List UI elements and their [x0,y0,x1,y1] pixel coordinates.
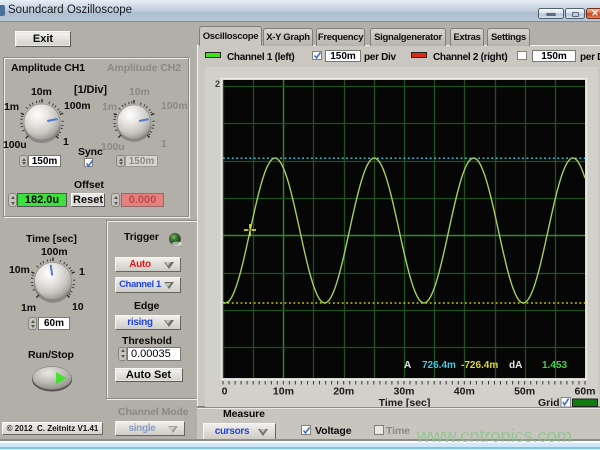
svg-text:1.453: 1.453 [542,360,567,371]
svg-text:20m: 20m [333,386,354,398]
svg-text:Grid: Grid [538,397,560,407]
svg-text:30m: 30m [393,386,414,398]
svg-text:10m: 10m [273,386,294,398]
svg-text:40m: 40m [454,386,475,398]
svg-text:0: 0 [222,386,228,398]
svg-text:Time [sec]: Time [sec] [379,397,431,407]
svg-text:50m: 50m [514,386,535,398]
svg-text:dA: dA [509,360,522,371]
svg-text:726.4m: 726.4m [422,360,456,371]
svg-text:60m: 60m [574,386,595,398]
svg-text:-726.4m: -726.4m [461,360,498,371]
svg-text:A: A [404,360,411,371]
